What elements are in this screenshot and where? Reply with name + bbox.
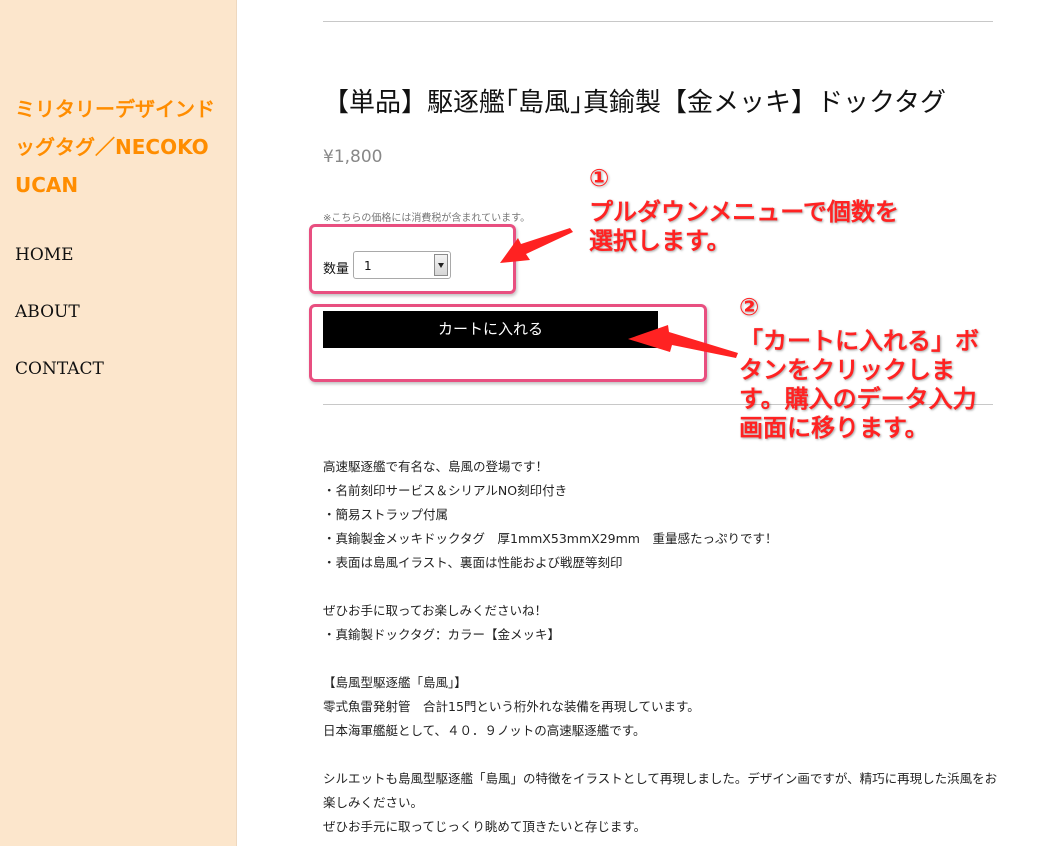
nav-home[interactable]: HOME [15, 245, 74, 265]
product-description: 高速駆逐艦で有名な、島風の登場です！ ・名前刻印サービス＆シリアルNO刻印付き … [323, 455, 1003, 839]
annotation-box-cart [309, 304, 707, 382]
top-divider [323, 21, 993, 22]
description-line: ・名前刻印サービス＆シリアルNO刻印付き [323, 483, 568, 498]
site-title[interactable]: ミリタリーデザインドッグタグ／NECOKOUCAN [15, 90, 215, 204]
nav-contact[interactable]: CONTACT [15, 359, 104, 379]
annotation-step2-number: ② [739, 293, 760, 321]
description-line: ぜひお手元に取ってじっくり眺めて頂きたいと存じます。 [323, 819, 647, 834]
product-title: 【単品】駆逐艦｢島風｣真鍮製【金メッキ】ドックタグ [323, 88, 946, 118]
description-line: 【島風型駆逐艦「島風」】 [323, 675, 467, 690]
annotation-box-quantity [309, 224, 516, 294]
annotation-step1-number: ① [589, 164, 610, 192]
description-line: 高速駆逐艦で有名な、島風の登場です！ [323, 459, 549, 474]
sidebar: ミリタリーデザインドッグタグ／NECOKOUCAN HOME ABOUT CON… [0, 0, 237, 846]
description-line: ・簡易ストラップ付属 [323, 507, 449, 522]
nav-about[interactable]: ABOUT [15, 302, 80, 322]
tax-note: ※こちらの価格には消費税が含まれています。 [323, 213, 531, 224]
description-line: シルエットも島風型駆逐艦「島風」の特徴をイラストとして再現しました。デザイン画で… [323, 771, 998, 810]
annotation-step2-text: 「カートに入れる」ボタンをクリックします。購入のデータ入力画面に移ります。 [739, 327, 979, 442]
description-line: ・表面は島風イラスト、裏面は性能および戦歴等刻印 [323, 555, 623, 570]
description-line: ・真鍮製ドックタグ：カラー【金メッキ】 [323, 627, 561, 642]
description-line: 零式魚雷発射管 合計15門という桁外れな装備を再現しています。 [323, 699, 700, 714]
annotation-step1-text: プルダウンメニューで個数を選択します。 [589, 198, 899, 255]
description-line: 日本海軍艦艇として、４０．９ノットの高速駆逐艦です。 [323, 723, 646, 738]
description-line: ・真鍮製金メッキドックタグ 厚1mmX53mmX29mm 重量感たっぷりです！ [323, 531, 778, 546]
product-price: ¥1,800 [323, 147, 383, 167]
description-line: ぜひお手に取ってお楽しみくださいね！ [323, 603, 548, 618]
